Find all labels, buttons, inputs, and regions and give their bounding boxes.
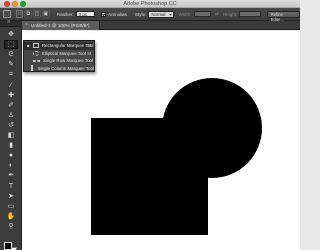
spot-healing-icon: ✚ bbox=[8, 91, 14, 99]
zoom-tool-button[interactable]: ⚲ bbox=[4, 222, 18, 231]
rectangular-marquee-icon bbox=[33, 43, 39, 49]
zoom-icon: ⚲ bbox=[8, 222, 14, 230]
dodge-icon: ◐ bbox=[8, 162, 14, 170]
add-to-selection-icon[interactable]: ⧉ bbox=[24, 10, 33, 18]
anti-alias-label: Anti-alias bbox=[107, 11, 127, 17]
swap-icon[interactable]: ⇄ bbox=[215, 11, 219, 17]
black-circle-shape bbox=[162, 78, 262, 178]
photoshop-window: Adobe Photoshop CC ⬚ □ ⧉ ◫ ▣ Feather: 0 … bbox=[0, 0, 300, 250]
flyout-item-single-column-marquee[interactable]: Single Column Marquee Tool bbox=[24, 65, 94, 73]
flyout-item-elliptical-marquee[interactable]: Elliptical Marquee Tool M bbox=[24, 50, 94, 58]
style-label: Style: bbox=[134, 11, 147, 17]
blur-tool-button[interactable]: ● bbox=[4, 151, 18, 160]
new-selection-icon[interactable]: □ bbox=[15, 10, 24, 18]
intersect-selection-icon[interactable]: ▣ bbox=[41, 10, 50, 18]
rectangular-marquee-tool-button[interactable]: ⬚ bbox=[4, 40, 18, 50]
shortcut-key: M bbox=[87, 50, 91, 56]
height-input[interactable] bbox=[239, 11, 261, 17]
single-column-marquee-icon bbox=[30, 65, 33, 72]
document-tab[interactable]: × Untitled-1 @ 100% (RGB/8*) bbox=[22, 21, 100, 30]
flyout-item-label: Elliptical Marquee Tool bbox=[42, 50, 86, 56]
history-brush-icon: ↺ bbox=[8, 121, 14, 129]
document-tab-bar: × Untitled-1 @ 100% (RGB/8*) bbox=[22, 21, 300, 30]
type-icon: T bbox=[8, 182, 14, 190]
marquee-preset-icon[interactable]: ⬚ bbox=[3, 10, 11, 18]
quick-selection-tool-button[interactable]: ✎ bbox=[4, 60, 18, 69]
eyedropper-tool-button[interactable]: ⁄ bbox=[4, 81, 18, 90]
single-row-marquee-icon bbox=[33, 59, 40, 62]
crop-icon: ⌗ bbox=[9, 71, 13, 79]
rectangular-marquee-icon: ⬚ bbox=[7, 41, 15, 49]
subtract-from-selection-icon[interactable]: ◫ bbox=[33, 10, 41, 18]
flyout-item-label: Rectangular Marquee Tool bbox=[42, 43, 94, 49]
path-selection-icon: ➤ bbox=[8, 192, 14, 200]
rectangle-icon: ▭ bbox=[7, 202, 15, 210]
feather-label: Feather: bbox=[56, 11, 74, 17]
eraser-tool-button[interactable]: ◧ bbox=[4, 131, 18, 140]
flyout-item-label: Single Row Marquee Tool bbox=[43, 58, 93, 64]
pen-icon: ✒ bbox=[8, 172, 14, 180]
brush-tool-button[interactable]: ✐ bbox=[4, 101, 18, 110]
marquee-tool-flyout: ■ Rectangular Marquee Tool M Elliptical … bbox=[23, 40, 95, 72]
flyout-item-label: Single Column Marquee Tool bbox=[37, 65, 94, 71]
width-input[interactable] bbox=[193, 11, 212, 17]
move-icon: ✥ bbox=[8, 31, 14, 38]
move-tool-button[interactable]: ✥ bbox=[4, 30, 18, 39]
type-tool-button[interactable]: T bbox=[4, 182, 18, 191]
options-bar: ⬚ □ ⧉ ◫ ▣ Feather: 0 px Anti-alias Style… bbox=[0, 8, 300, 22]
brush-icon: ✐ bbox=[8, 101, 14, 109]
lasso-tool-button[interactable]: ᘓ bbox=[4, 50, 18, 59]
app-title: Adobe Photoshop CC bbox=[123, 1, 177, 7]
gradient-tool-button[interactable]: ▮ bbox=[4, 141, 18, 150]
title-bar: Adobe Photoshop CC bbox=[0, 0, 300, 8]
style-select[interactable]: Normal bbox=[148, 10, 174, 18]
blur-icon: ● bbox=[8, 152, 14, 160]
quick-selection-icon: ✎ bbox=[8, 61, 14, 69]
tools-panel-collapse-icon[interactable] bbox=[0, 19, 22, 27]
shortcut-key: M bbox=[87, 43, 91, 49]
anti-alias-checkbox[interactable] bbox=[101, 11, 106, 17]
flyout-item-rectangular-marquee[interactable]: ■ Rectangular Marquee Tool M bbox=[24, 42, 94, 50]
document-tab-title: Untitled-1 @ 100% (RGB/8*) bbox=[31, 23, 90, 28]
elliptical-marquee-icon bbox=[33, 50, 39, 56]
crop-tool-button[interactable]: ⌗ bbox=[4, 70, 18, 79]
rectangle-tool-button[interactable]: ▭ bbox=[4, 202, 18, 211]
eraser-icon: ◧ bbox=[7, 132, 15, 139]
eyedropper-icon: ⁄ bbox=[10, 81, 12, 89]
clone-stamp-icon: ♙ bbox=[7, 111, 15, 119]
close-icon[interactable]: × bbox=[25, 21, 28, 30]
dodge-tool-button[interactable]: ◐ bbox=[4, 161, 18, 170]
clone-stamp-tool-button[interactable]: ♙ bbox=[4, 111, 18, 120]
path-selection-tool-button[interactable]: ➤ bbox=[4, 192, 18, 201]
history-brush-tool-button[interactable]: ↺ bbox=[4, 121, 18, 130]
foreground-color-swatch[interactable] bbox=[4, 242, 12, 250]
lasso-icon: ᘓ bbox=[8, 51, 14, 59]
hand-icon: ✋ bbox=[6, 212, 16, 220]
hand-tool-button[interactable]: ✋ bbox=[4, 212, 18, 221]
gradient-icon: ▮ bbox=[9, 142, 13, 150]
flyout-item-single-row-marquee[interactable]: Single Row Marquee Tool bbox=[24, 57, 94, 65]
width-label: Width: bbox=[178, 11, 192, 17]
refine-edge-button[interactable]: Refine Edge... bbox=[266, 10, 300, 22]
feather-input[interactable]: 0 px bbox=[75, 11, 96, 17]
height-label: Height: bbox=[222, 11, 238, 17]
pen-tool-button[interactable]: ✒ bbox=[4, 171, 18, 180]
spot-healing-tool-button[interactable]: ✚ bbox=[4, 91, 18, 100]
tools-panel: ✥ ⬚ ᘓ ✎ ⌗ ⁄ ✚ ✐ ♙ ↺ ◧ ▮ ● ◐ ✒ T ➤ ▭ ✋ ⚲ bbox=[0, 19, 22, 250]
